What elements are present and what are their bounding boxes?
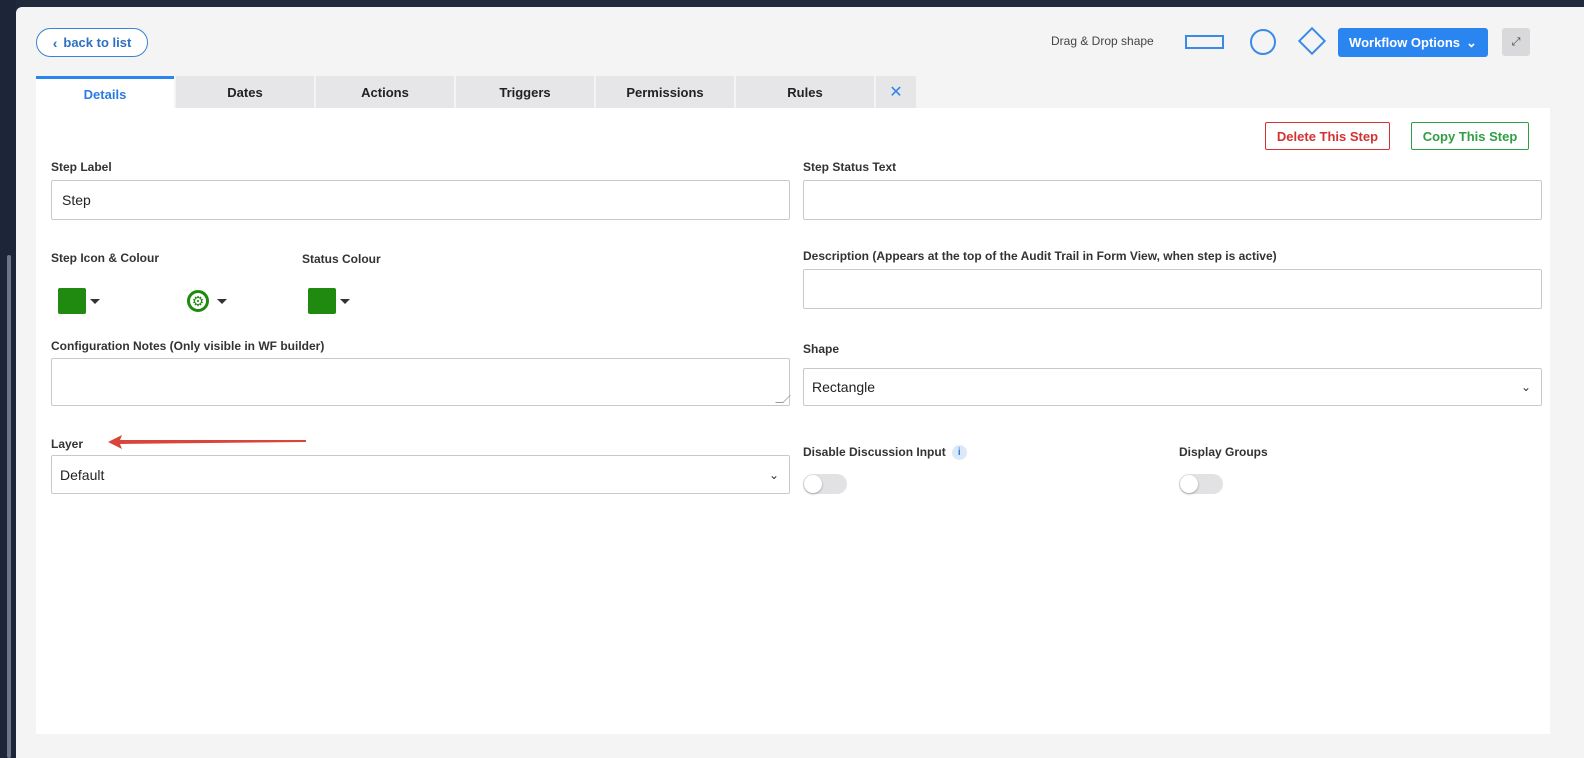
tab-bar: Details Dates Actions Triggers Permissio… — [36, 76, 916, 108]
shape-select[interactable]: Rectangle ⌄ — [803, 368, 1542, 406]
step-icon-picker[interactable]: ⚙ — [187, 290, 227, 312]
tab-details[interactable]: Details — [36, 76, 174, 108]
details-panel: Delete This Step Copy This Step Step Lab… — [36, 108, 1550, 734]
shape-value: Rectangle — [812, 379, 876, 395]
tab-actions[interactable]: Actions — [316, 76, 454, 108]
delete-step-button[interactable]: Delete This Step — [1265, 122, 1390, 150]
rectangle-shape-icon[interactable] — [1185, 35, 1224, 49]
chevron-down-icon: ⌄ — [1520, 380, 1531, 394]
chevron-down-icon: ⌄ — [1466, 34, 1477, 50]
step-icon-colour-heading: Step Icon & Colour — [51, 251, 159, 265]
layer-heading: Layer — [51, 437, 84, 451]
step-label-heading: Step Label — [51, 160, 112, 174]
step-label-input[interactable]: Step — [51, 180, 790, 220]
description-input[interactable] — [803, 269, 1542, 309]
tab-triggers[interactable]: Triggers — [456, 76, 594, 108]
tab-dates[interactable]: Dates — [176, 76, 314, 108]
annotation-arrow-icon — [108, 435, 306, 449]
copy-step-button[interactable]: Copy This Step — [1411, 122, 1529, 150]
back-to-list-button[interactable]: ‹ back to list — [36, 28, 148, 57]
display-groups-toggle[interactable] — [1179, 474, 1223, 494]
caret-down-icon — [340, 298, 350, 304]
caret-down-icon — [90, 298, 100, 304]
description-heading: Description (Appears at the top of the A… — [803, 249, 1277, 263]
caret-down-icon — [217, 298, 227, 304]
expand-icon: ⤢ — [1511, 35, 1521, 48]
step-colour-swatch — [58, 288, 86, 314]
cog-refresh-icon: ⚙ — [187, 290, 209, 312]
diamond-shape-icon[interactable] — [1297, 26, 1327, 56]
expand-button[interactable]: ⤢ — [1502, 28, 1530, 56]
close-tab-button[interactable]: ✕ — [876, 76, 916, 108]
disable-discussion-label: Disable Discussion Input — [803, 445, 946, 459]
layer-select[interactable]: Default ⌄ — [51, 455, 790, 494]
layer-value: Default — [60, 466, 105, 483]
resize-grip-icon[interactable] — [775, 395, 791, 403]
step-colour-picker[interactable] — [58, 288, 100, 314]
step-status-text-input[interactable] — [803, 180, 1542, 220]
display-groups-heading: Display Groups — [1179, 445, 1268, 459]
step-status-text-heading: Step Status Text — [803, 160, 897, 174]
circle-shape-icon[interactable] — [1250, 29, 1276, 55]
workflow-step-editor: ‹ back to list Drag & Drop shape Workflo… — [16, 7, 1584, 758]
tab-permissions[interactable]: Permissions — [596, 76, 734, 108]
chevron-left-icon: ‹ — [52, 34, 58, 51]
drag-drop-label: Drag & Drop shape — [1051, 34, 1154, 48]
status-colour-swatch — [308, 288, 336, 314]
tab-rules[interactable]: Rules — [736, 76, 874, 108]
config-notes-textarea[interactable] — [51, 358, 791, 406]
info-icon[interactable]: i — [951, 445, 967, 461]
toggle-knob — [804, 475, 822, 493]
disable-discussion-toggle[interactable] — [803, 474, 847, 494]
step-label-value: Step — [62, 192, 91, 208]
workflow-options-button[interactable]: Workflow Options ⌄ — [1338, 28, 1488, 57]
config-notes-heading: Configuration Notes (Only visible in WF … — [51, 339, 325, 353]
disable-discussion-heading: Disable Discussion Input i — [803, 445, 967, 461]
shape-heading: Shape — [803, 342, 840, 356]
back-to-list-label: back to list — [63, 35, 132, 50]
toggle-knob — [1180, 475, 1198, 493]
status-colour-picker[interactable] — [308, 288, 350, 314]
scrollbar[interactable] — [7, 255, 11, 758]
workflow-options-label: Workflow Options — [1349, 35, 1461, 50]
chevron-down-icon: ⌄ — [768, 467, 779, 482]
status-colour-heading: Status Colour — [302, 252, 381, 266]
